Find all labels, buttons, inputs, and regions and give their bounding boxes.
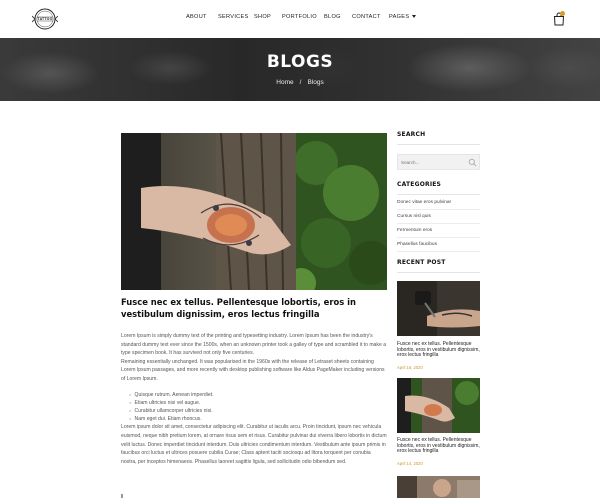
recent-post-title[interactable]: Fusce nec ex tellus. Pellentesque lobort… <box>397 341 480 359</box>
list-item: Quisque rutrum. Aenean imperdiet. <box>129 391 387 399</box>
nav-services[interactable]: SERVICES <box>218 14 249 20</box>
search-icon[interactable] <box>468 158 477 167</box>
recent-post-thumbnail[interactable] <box>397 476 480 498</box>
cart-badge <box>560 11 565 16</box>
nav-portfolio[interactable]: PORTFOLIO <box>282 14 317 20</box>
tattoo-arm-illustration <box>397 378 480 433</box>
tattooing-hand-illustration <box>397 281 480 336</box>
recent-post-thumbnail[interactable] <box>397 378 480 433</box>
post-paragraph: Lorem ipsum dolor sit amet, consectetur … <box>121 424 387 465</box>
nav-shop[interactable]: SHOP <box>254 14 271 20</box>
main-nav: ABOUT SERVICES SHOP PORTFOLIO BLOG CONTA… <box>0 14 600 26</box>
site-header: TATTOO ABOUT SERVICES SHOP PORTFOLIO BLO… <box>0 0 600 38</box>
category-item[interactable]: Phasellus faucibus <box>397 242 480 247</box>
nav-pages-label: PAGES <box>389 14 410 20</box>
blockquote-bar <box>121 494 123 498</box>
chevron-down-icon <box>412 15 417 19</box>
nav-blog[interactable]: BLOG <box>324 14 341 20</box>
breadcrumb: Home / Blogs <box>0 79 600 86</box>
recent-post-date: April 14, 2020 <box>397 461 423 466</box>
tattoo-photo-illustration <box>397 476 480 498</box>
breadcrumb-current: Blogs <box>307 79 324 86</box>
post-content: Lorem Ipsum is simply dummy text of the … <box>121 332 387 466</box>
tattoo-arm-illustration <box>121 133 387 290</box>
recent-post-date: April 16, 2020 <box>397 365 423 370</box>
list-item: Etiam ultricies nisi vel augue. <box>129 399 387 407</box>
page-title: BLOGS <box>266 52 334 72</box>
recent-post-heading: RECENT POST <box>397 259 446 266</box>
category-item[interactable]: Cursus nisl quis <box>397 214 480 219</box>
list-item: Nam eget dui. Etiam rhoncus. <box>129 415 387 423</box>
nav-contact[interactable]: CONTACT <box>352 14 381 20</box>
post-paragraph: Remaining essentially unchanged. It was … <box>121 358 385 382</box>
heading-divider <box>397 194 480 195</box>
nav-about[interactable]: ABOUT <box>186 14 207 20</box>
breadcrumb-separator: / <box>299 79 302 86</box>
recent-post-title[interactable]: Fusce nec ex tellus. Pellentesque lobort… <box>397 437 480 455</box>
heading-divider <box>397 144 480 145</box>
list-item: Curabitur ullamcorper ultricies nisi. <box>129 407 387 415</box>
search-heading: SEARCH <box>397 131 426 138</box>
divider <box>397 237 480 238</box>
divider <box>397 223 480 224</box>
categories-heading: CATEGORIES <box>397 181 442 188</box>
search-input[interactable] <box>401 158 465 167</box>
recent-post-thumbnail[interactable] <box>397 281 480 336</box>
nav-pages[interactable]: PAGES <box>389 14 417 20</box>
divider <box>397 209 480 210</box>
category-item[interactable]: Fermentum eros <box>397 228 480 233</box>
breadcrumb-home[interactable]: Home <box>276 79 293 86</box>
search-form <box>397 154 480 170</box>
heading-divider <box>397 272 480 273</box>
post-featured-image[interactable] <box>121 133 387 290</box>
post-list: Quisque rutrum. Aenean imperdiet. Etiam … <box>129 391 387 424</box>
divider <box>397 251 480 252</box>
category-item[interactable]: Donec vitae eros pulvinar <box>397 200 480 205</box>
post-paragraph: Lorem Ipsum is simply dummy text of the … <box>121 333 387 357</box>
page-banner: BLOGS Home / Blogs <box>0 38 600 101</box>
post-title[interactable]: Fusce nec ex tellus. Pellentesque lobort… <box>121 296 387 320</box>
